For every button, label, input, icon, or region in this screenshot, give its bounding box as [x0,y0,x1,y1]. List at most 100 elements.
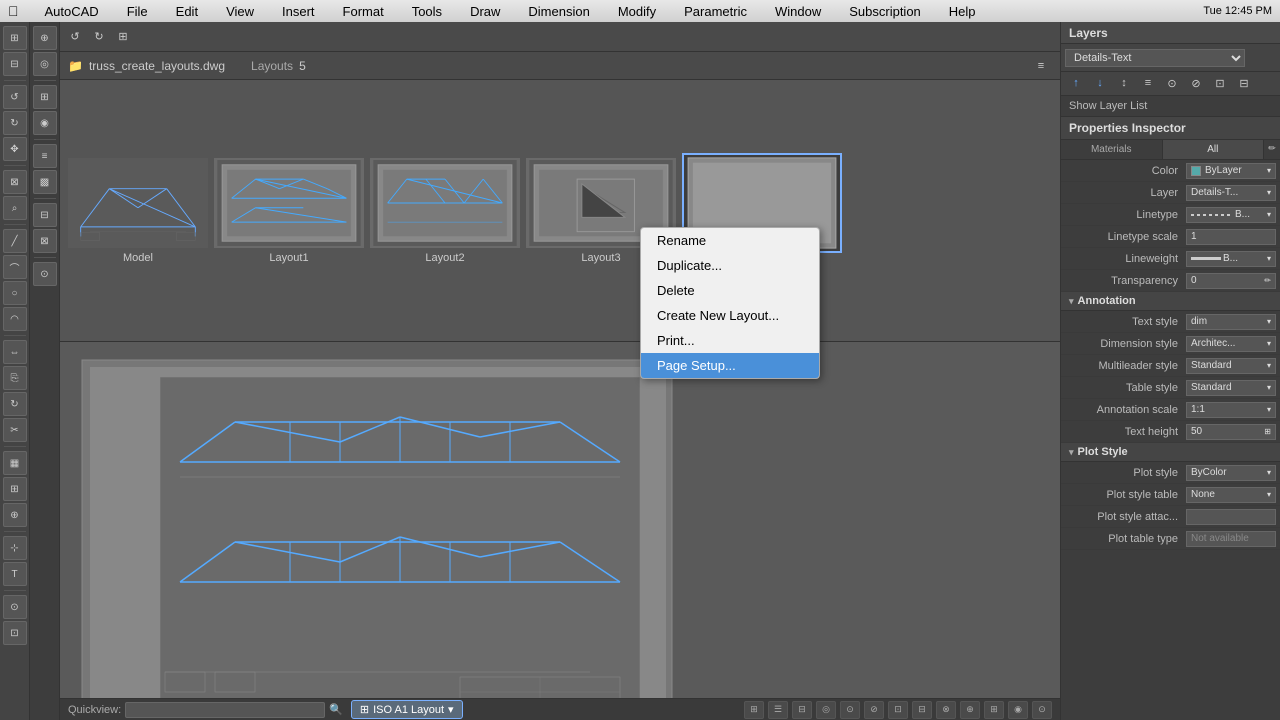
props-annotation-scale-value[interactable]: 1:1 ▾ [1186,402,1276,418]
status-ducs[interactable]: ⊟ [912,701,932,719]
tool-open[interactable]: ⊟ [3,52,27,76]
tb-undo[interactable]: ↺ [64,26,86,48]
props-layer-value[interactable]: Details-T... ▾ [1186,185,1276,201]
tool-copy[interactable]: ⎘ [3,366,27,390]
props-plot-style-value[interactable]: ByColor ▾ [1186,465,1276,481]
props-multileader-value[interactable]: Standard ▾ [1186,358,1276,374]
tool2-layer[interactable]: ≡ [33,144,57,168]
context-print[interactable]: Print... [641,328,819,353]
props-plot-attached-value[interactable] [1186,509,1276,525]
tool-arc[interactable]: ◠ [3,307,27,331]
status-polar[interactable]: ⊙ [840,701,860,719]
tool-zoom[interactable]: ⌕ [3,196,27,220]
menu-modify[interactable]: Modify [612,4,662,19]
filter-edit-btn[interactable]: ✏ [1264,140,1280,156]
tool-pan[interactable]: ✥ [3,137,27,161]
tool-dim[interactable]: ⊹ [3,536,27,560]
tool-new[interactable]: ⊞ [3,26,27,50]
menu-autocad[interactable]: AutoCAD [39,4,105,19]
tool-polyline[interactable]: ⌒ [3,255,27,279]
layout-tab-dropdown[interactable]: ▾ [448,703,454,716]
status-annotation[interactable]: ⊙ [1032,701,1052,719]
plot-section-title[interactable]: ▾ Plot Style [1061,443,1280,462]
status-lweight[interactable]: ⊕ [960,701,980,719]
filter-tab-all[interactable]: All [1163,140,1265,159]
tb-new[interactable]: ⊞ [112,26,134,48]
status-model[interactable]: ⊞ [744,701,764,719]
status-transparency[interactable]: ⊞ [984,701,1004,719]
status-grid[interactable]: ☰ [768,701,788,719]
tool-undo[interactable]: ↺ [3,85,27,109]
menu-file[interactable]: File [121,4,154,19]
props-lineweight-value[interactable]: B... ▾ [1186,251,1276,267]
status-osnap[interactable]: ⊘ [864,701,884,719]
quickview-search-icon[interactable]: 🔍 [329,703,343,716]
tool2-bycolor[interactable]: ▩ [33,170,57,194]
tool-hatch[interactable]: ▦ [3,451,27,475]
props-table-style-value[interactable]: Standard ▾ [1186,380,1276,396]
menu-window[interactable]: Window [769,4,827,19]
props-dim-style-value[interactable]: Architec... ▾ [1186,336,1276,352]
status-dyn[interactable]: ⊗ [936,701,956,719]
tool-text[interactable]: T [3,562,27,586]
tool-trim[interactable]: ✂ [3,418,27,442]
layer-btn-6[interactable]: ⊘ [1185,72,1207,94]
context-rename[interactable]: Rename [641,228,819,253]
tool-circle[interactable]: ○ [3,281,27,305]
panel-options[interactable]: ≡ [1030,55,1052,77]
menu-format[interactable]: Format [337,4,390,19]
tool2-ortho[interactable]: ⊞ [33,85,57,109]
props-text-height-value[interactable]: 50 ⊞ [1186,424,1276,440]
context-duplicate[interactable]: Duplicate... [641,253,819,278]
props-linetype-scale-value[interactable]: 1 [1186,229,1276,245]
apple-menu[interactable]:  [8,3,19,19]
tool-properties[interactable]: ⊙ [3,595,27,619]
tool-zoom-extents[interactable]: ⊠ [3,170,27,194]
props-plot-table-value[interactable]: None ▾ [1186,487,1276,503]
layout-tab-iso-a1[interactable]: ⊞ ISO A1 Layout ▾ [351,700,463,719]
context-page-setup[interactable]: Page Setup... [641,353,819,378]
tool2-snap[interactable]: ⊕ [33,26,57,50]
layer-btn-4[interactable]: ≡ [1137,72,1159,94]
tb-redo[interactable]: ↻ [88,26,110,48]
layer-btn-8[interactable]: ⊟ [1233,72,1255,94]
tool-rotate[interactable]: ↻ [3,392,27,416]
menu-view[interactable]: View [220,4,260,19]
filter-tab-materials[interactable]: Materials [1061,140,1163,159]
status-otrack[interactable]: ⊡ [888,701,908,719]
menu-parametric[interactable]: Parametric [678,4,753,19]
thumbnail-layout2[interactable]: Layout2 [370,158,520,264]
context-delete[interactable]: Delete [641,278,819,303]
context-create-new-layout[interactable]: Create New Layout... [641,303,819,328]
props-transparency-value[interactable]: 0 ✏ [1186,273,1276,289]
annotation-section-title[interactable]: ▾ Annotation [1061,292,1280,311]
status-snap[interactable]: ⊟ [792,701,812,719]
layer-dropdown[interactable]: Details-Text [1065,49,1245,67]
tool-block[interactable]: ⊞ [3,477,27,501]
tool2-3d[interactable]: ⊟ [33,203,57,227]
layer-btn-2[interactable]: ↓ [1089,72,1111,94]
thumbnail-model[interactable]: Model [68,158,208,264]
tool2-osnap[interactable]: ◎ [33,52,57,76]
menu-edit[interactable]: Edit [170,4,204,19]
props-color-value[interactable]: ByLayer ▾ [1186,163,1276,179]
props-text-style-value[interactable]: dim ▾ [1186,314,1276,330]
tool-line[interactable]: ╱ [3,229,27,253]
quickview-input[interactable] [125,702,325,718]
tool-match[interactable]: ⊡ [3,621,27,645]
menu-subscription[interactable]: Subscription [843,4,927,19]
thumbnail-layout1[interactable]: Layout1 [214,158,364,264]
layer-btn-7[interactable]: ⊡ [1209,72,1231,94]
tool2-isolate[interactable]: ⊙ [33,262,57,286]
tool2-view[interactable]: ⊠ [33,229,57,253]
tool2-polar[interactable]: ◉ [33,111,57,135]
show-layer-list[interactable]: Show Layer List [1061,96,1280,117]
menu-dimension[interactable]: Dimension [522,4,595,19]
status-ortho[interactable]: ◎ [816,701,836,719]
menu-insert[interactable]: Insert [276,4,321,19]
tool-move[interactable]: ⇔ [3,340,27,364]
menu-tools[interactable]: Tools [406,4,448,19]
menu-draw[interactable]: Draw [464,4,506,19]
menu-help[interactable]: Help [943,4,982,19]
layer-btn-1[interactable]: ↑ [1065,72,1087,94]
